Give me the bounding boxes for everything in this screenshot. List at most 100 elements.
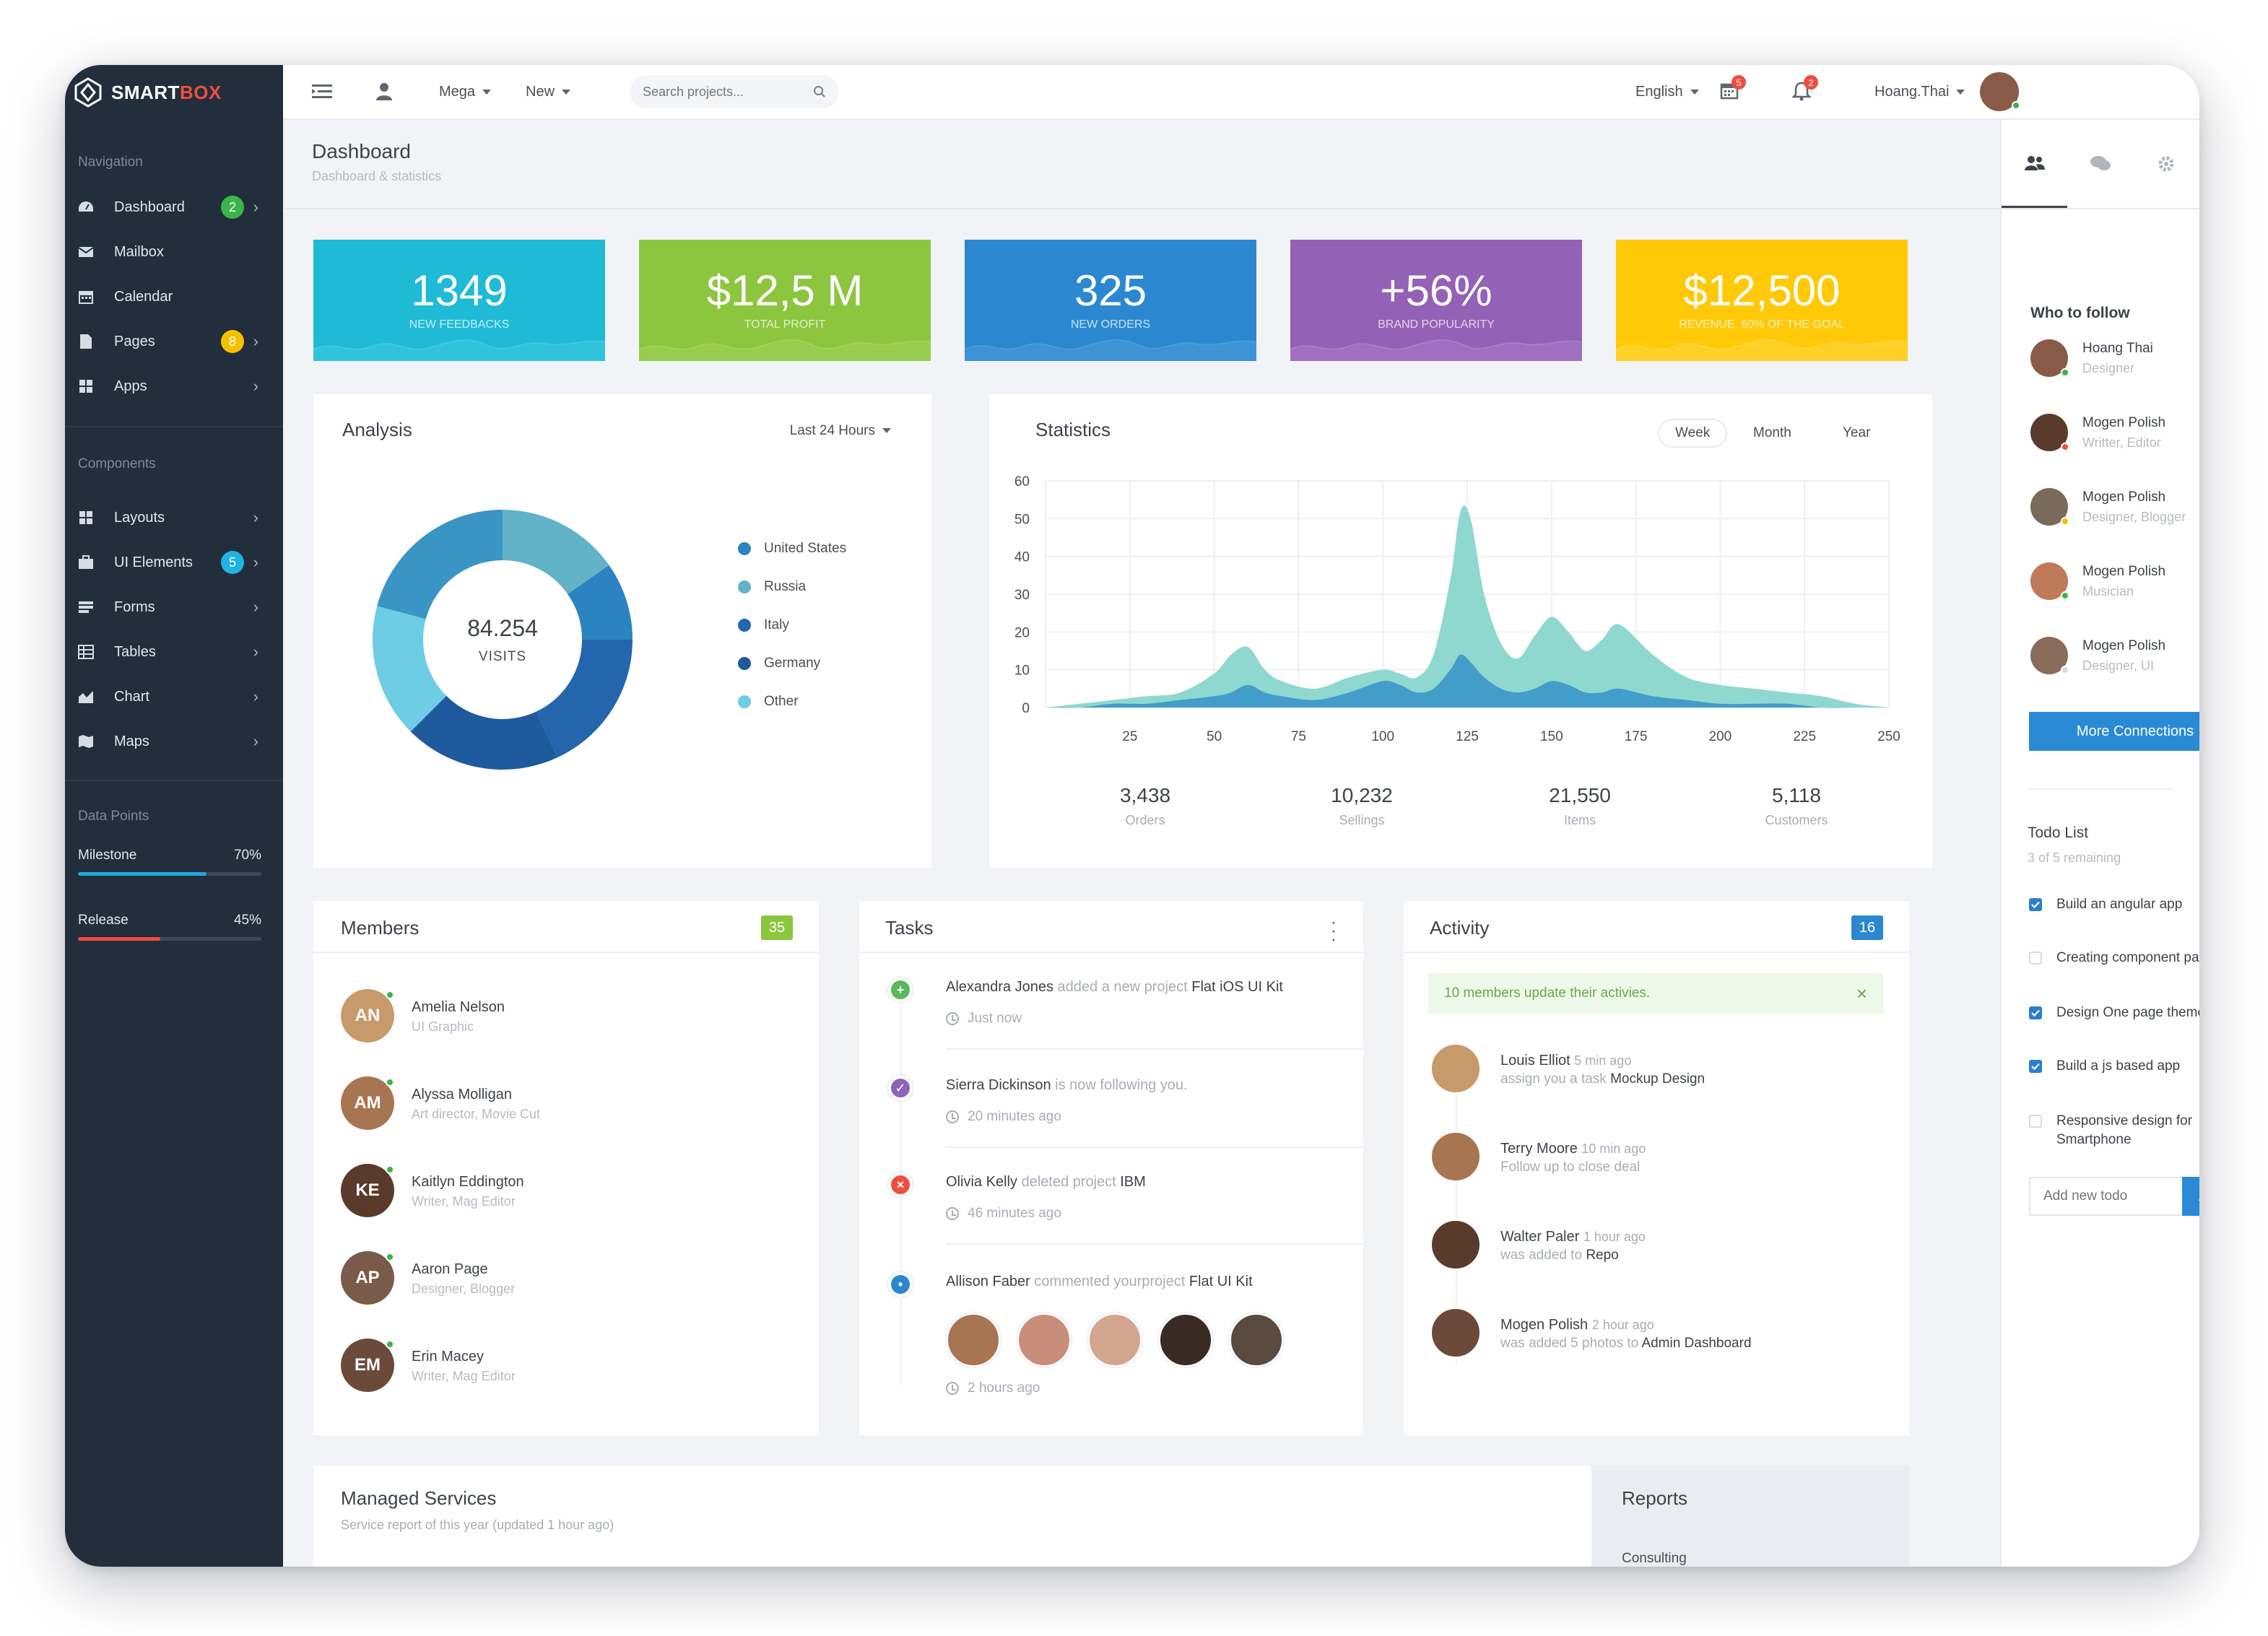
member-role: Art director, Movie Cut <box>412 1107 541 1121</box>
follow-item[interactable]: Mogen Polish Musician <box>2030 560 2199 606</box>
follow-name: Mogen Polish <box>2082 638 2166 653</box>
tasks-panel: Tasks · · · + Alexandra Jones added a new p… <box>859 901 1363 1435</box>
todo-checkbox[interactable] <box>2029 1006 2042 1019</box>
avatar[interactable] <box>1430 1131 1482 1183</box>
sidebar-badge: 2 <box>221 196 244 219</box>
sidebar-item-calendar[interactable]: Calendar <box>65 274 283 319</box>
member-item[interactable]: AM Alyssa Molligan Art director, Movie Cut <box>341 1076 804 1134</box>
legend-swatch <box>738 580 751 593</box>
todo-checkbox[interactable] <box>2029 1060 2042 1073</box>
sidebar-item-ui-elements[interactable]: UI Elements 5 › <box>65 540 283 585</box>
follow-item[interactable]: Mogen Polish Designer, UI <box>2030 634 2199 680</box>
tab-chat[interactable] <box>2067 120 2133 208</box>
mega-menu[interactable]: Mega <box>439 84 492 100</box>
new-menu[interactable]: New <box>526 84 571 100</box>
form-icon <box>78 599 94 615</box>
chevron-right-icon: › <box>253 508 258 526</box>
search-icon[interactable] <box>813 85 826 98</box>
todo-text: Design One page theme <box>2056 1005 2199 1020</box>
stat-card[interactable]: +56% BRAND POPULARITY <box>1290 240 1582 361</box>
task-text[interactable]: Olivia Kelly deleted project IBM <box>946 1174 1146 1191</box>
tab-year[interactable]: Year <box>1827 419 1886 448</box>
y-tick-label: 30 <box>1014 588 1030 603</box>
comment-photo[interactable] <box>1158 1313 1213 1367</box>
activity-user[interactable]: Mogen Polish <box>1500 1317 1588 1333</box>
member-item[interactable]: AN Amelia Nelson UI Graphic <box>341 989 804 1047</box>
bell-notifications[interactable]: 2 <box>1791 75 1818 105</box>
sidebar-item-dashboard[interactable]: Dashboard 2 › <box>65 185 283 230</box>
avatar[interactable] <box>1430 1219 1482 1271</box>
close-icon[interactable]: × <box>1856 983 1867 1005</box>
data-point-milestone: Milestone 70% <box>65 848 283 913</box>
user-avatar[interactable] <box>1980 72 2020 111</box>
managed-services-panel: Managed Services Service report of this … <box>313 1466 1591 1567</box>
app-window: SMARTBOX Navigation Dashboard 2 › Mailbox Ca… <box>65 65 2199 1567</box>
sidebar-item-mailbox[interactable]: Mailbox <box>65 230 283 274</box>
activity-object[interactable]: Admin Dashboard <box>1641 1336 1751 1351</box>
comment-photo[interactable] <box>946 1313 1001 1367</box>
more-vertical-icon[interactable]: · · · <box>1330 912 1337 948</box>
sidebar-item-layouts[interactable]: Layouts › <box>65 495 283 540</box>
comment-photo[interactable] <box>1017 1313 1072 1367</box>
task-text[interactable]: Allison Faber commented yourproject Flat… <box>946 1274 1253 1290</box>
comment-photo[interactable] <box>1087 1313 1142 1367</box>
stat-card[interactable]: 1349 NEW FEEDBACKS <box>313 240 605 361</box>
presence-status <box>2061 666 2069 674</box>
brand[interactable]: SMARTBOX <box>65 65 283 120</box>
comment-photo[interactable] <box>1229 1313 1284 1367</box>
add-todo-button[interactable]: Add <box>2182 1177 2199 1216</box>
data-point-row: Release 45% <box>65 913 283 928</box>
progress-fill <box>78 872 207 876</box>
task-text[interactable]: Sierra Dickinson is now following you. <box>946 1077 1188 1094</box>
tab-month[interactable]: Month <box>1737 419 1807 448</box>
stat-card[interactable]: $12,5 M TOTAL PROFIT <box>639 240 931 361</box>
menu-toggle-icon[interactable] <box>312 84 332 100</box>
sidebar-item-chart[interactable]: Chart › <box>65 674 283 719</box>
task-action: added a new project <box>1057 979 1188 995</box>
follow-item[interactable]: Mogen Polish Writter, Editor <box>2030 411 2199 457</box>
activity-user[interactable]: Walter Paler <box>1500 1229 1579 1245</box>
more-connections-button[interactable]: More Connections <box>2029 712 2199 751</box>
activity-user[interactable]: Terry Moore <box>1500 1141 1578 1157</box>
calendar-notifications[interactable]: 5 <box>1720 75 1746 104</box>
reports-item[interactable]: Consulting <box>1622 1551 1687 1567</box>
search-input[interactable] <box>643 84 787 100</box>
legend-swatch <box>738 618 751 632</box>
todo-checkbox[interactable] <box>2029 898 2042 911</box>
sidebar-item-label: Tables <box>114 643 156 660</box>
member-item[interactable]: AP Aaron Page Designer, Blogger <box>341 1251 804 1309</box>
todo-checkbox[interactable] <box>2029 952 2042 965</box>
sidebar-item-forms[interactable]: Forms › <box>65 585 283 630</box>
todo-input[interactable] <box>2029 1177 2182 1216</box>
member-item[interactable]: EM Erin Macey Writer, Mag Editor <box>341 1339 804 1396</box>
tab-week[interactable]: Week <box>1658 419 1728 448</box>
follow-item[interactable]: Mogen Polish Designer, Blogger <box>2030 485 2199 531</box>
tab-people[interactable] <box>2002 120 2068 208</box>
x-tick-label: 200 <box>1709 729 1732 741</box>
stat-card[interactable]: 325 NEW ORDERS <box>965 240 1256 361</box>
sidebar-item-tables[interactable]: Tables › <box>65 630 283 674</box>
todo-checkbox[interactable] <box>2029 1115 2042 1128</box>
stat-card[interactable]: $12,500 REVENUE, 60% OF THE GOAL <box>1616 240 1908 361</box>
member-item[interactable]: KE Kaitlyn Eddington Writer, Mag Editor <box>341 1164 804 1222</box>
activity-object[interactable]: Repo <box>1586 1248 1618 1263</box>
task-actor: Alexandra Jones <box>946 979 1053 995</box>
follow-item[interactable]: Hoang Thai Designer <box>2030 336 2199 383</box>
task-text[interactable]: Alexandra Jones added a new project Flat… <box>946 979 1283 996</box>
avatar[interactable] <box>1430 1043 1482 1095</box>
avatar[interactable] <box>1430 1307 1482 1359</box>
activity-user[interactable]: Louis Elliot <box>1500 1053 1570 1069</box>
chevron-right-icon: › <box>253 732 258 750</box>
task-action: is now following you. <box>1055 1077 1188 1093</box>
sidebar-item-pages[interactable]: Pages 8 › <box>65 319 283 364</box>
user-menu[interactable]: Hoang.Thai <box>1874 84 1965 100</box>
online-status <box>386 1253 394 1261</box>
sidebar-item-maps[interactable]: Maps › <box>65 719 283 764</box>
range-select[interactable]: Last 24 Hours <box>790 423 891 439</box>
language-select[interactable]: English <box>1635 84 1699 100</box>
user-icon[interactable] <box>375 82 393 101</box>
sidebar-item-apps[interactable]: Apps › <box>65 364 283 409</box>
tab-settings[interactable] <box>2134 120 2199 208</box>
activity-object[interactable]: Mockup Design <box>1610 1071 1705 1087</box>
chevron-right-icon: › <box>253 553 258 571</box>
